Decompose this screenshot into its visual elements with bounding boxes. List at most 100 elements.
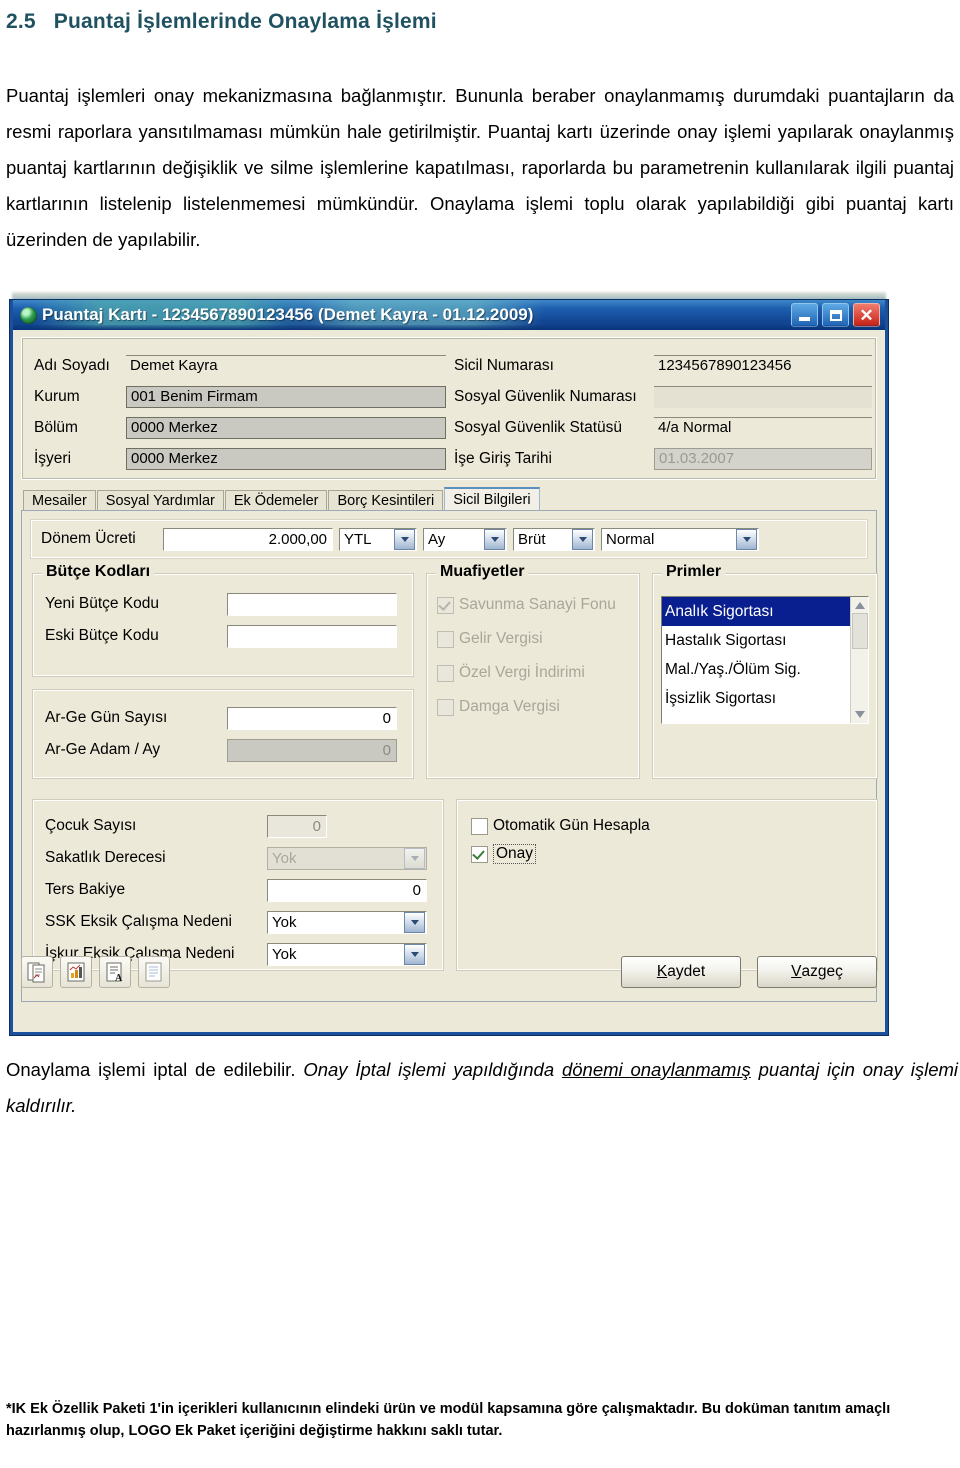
- label-sosyal-guvenlik-numarasi: Sosyal Güvenlik Numarası: [454, 387, 637, 405]
- scroll-up-icon[interactable]: [852, 598, 867, 613]
- row-sakatlik-derecesi: Sakatlık Derecesi Yok: [45, 842, 431, 874]
- text-report-icon[interactable]: A: [99, 956, 131, 988]
- tab-mesailer[interactable]: Mesailer: [23, 490, 96, 510]
- cancel-button[interactable]: Vazgeç: [757, 956, 877, 988]
- value-adi-soyadi[interactable]: Demet Kayra: [126, 354, 446, 377]
- footnote: *IK Ek Özellik Paketi 1'in içerikleri ku…: [6, 1401, 891, 1439]
- checkbox-icon[interactable]: [437, 630, 454, 648]
- label-sakatlik-derecesi: Sakatlık Derecesi: [45, 849, 166, 866]
- value-sosyal-guvenlik-numarasi[interactable]: [654, 385, 872, 408]
- close-icon[interactable]: ✕: [853, 303, 880, 327]
- save-button-accel: K: [656, 963, 668, 980]
- list-item[interactable]: İşsizlik Sigortası: [662, 684, 850, 713]
- cancel-button-label: azgeç: [801, 963, 843, 980]
- chevron-down-icon[interactable]: [484, 529, 505, 550]
- field-row-kurum: Kurum 001 Benim Firmam: [34, 381, 446, 412]
- checkbox-label: Onay: [493, 844, 537, 864]
- tab-sicil-bilgileri[interactable]: Sicil Bilgileri: [444, 487, 540, 510]
- input-ar-ge-gun-sayisi[interactable]: 0: [227, 706, 397, 730]
- wage-kind-value: Normal: [606, 530, 655, 548]
- chevron-down-icon[interactable]: [404, 912, 425, 933]
- chevron-down-icon[interactable]: [394, 529, 415, 550]
- row-cocuk-sayisi: Çocuk Sayısı 0: [45, 810, 431, 842]
- value-sicil-numarasi[interactable]: 1234567890123456: [654, 354, 872, 377]
- field-row-ise-giris-tarihi: İşe Giriş Tarihi 01.03.2007: [454, 443, 872, 474]
- cancel-underlined: dönemi onaylanmamış: [561, 1059, 751, 1080]
- tab-borc-kesintileri[interactable]: Borç Kesintileri: [328, 490, 444, 510]
- donem-ucreti-row: Dönem Ücreti 2.000,00 YTL Ay Brüt Normal: [30, 519, 868, 559]
- checkbox-icon[interactable]: [471, 845, 488, 863]
- donem-ucreti-input[interactable]: 2.000,00: [163, 527, 333, 551]
- value-sosyal-guvenlik-statusu[interactable]: 4/a Normal: [654, 416, 872, 439]
- combo-ssk-eksik-calisma-nedeni[interactable]: Yok: [267, 910, 427, 934]
- chevron-down-icon[interactable]: [572, 529, 593, 550]
- wage-type-combo[interactable]: Brüt: [513, 527, 595, 551]
- checkbox-otomatik-gun-hesapla[interactable]: Otomatik Gün Hesapla: [471, 812, 863, 840]
- primler-group: Primler Analık Sigortası Hastalık Sigort…: [652, 563, 878, 779]
- heading-text: Puantaj İşlemlerinde Onaylama İşlemi: [53, 10, 437, 33]
- field-row-sicil-numarasi: Sicil Numarası 1234567890123456: [454, 350, 872, 381]
- currency-combo[interactable]: YTL: [339, 527, 417, 551]
- header-left-column: Adı Soyadı Demet Kayra Kurum 001 Benim F…: [34, 350, 446, 474]
- list-item[interactable]: Mal./Yaş./Ölüm Sig.: [662, 655, 850, 684]
- scrollbar-thumb[interactable]: [851, 613, 868, 649]
- window-client-area: Adı Soyadı Demet Kayra Kurum 001 Benim F…: [13, 330, 885, 1002]
- label-ar-ge-adam-ay: Ar-Ge Adam / Ay: [45, 741, 161, 758]
- list-report-icon[interactable]: [138, 956, 170, 988]
- legend-primler: Primler: [662, 563, 726, 581]
- checkbox-gelir-vergisi[interactable]: Gelir Vergisi: [437, 622, 629, 656]
- checkbox-icon[interactable]: [437, 698, 454, 716]
- ar-ge-group: Ar-Ge Gün Sayısı 0 Ar-Ge Adam / Ay 0: [32, 689, 414, 779]
- chevron-down-icon[interactable]: [736, 529, 757, 550]
- label-ssk-eksik-calisma-nedeni: SSK Eksik Çalışma Nedeni: [45, 913, 232, 930]
- value-kurum[interactable]: 001 Benim Firmam: [126, 385, 446, 408]
- checkbox-damga-vergisi[interactable]: Damga Vergisi: [437, 690, 629, 724]
- label-bolum: Bölüm: [34, 418, 78, 436]
- puantaj-karti-window: Puantaj Kartı - 1234567890123456 (Demet …: [10, 300, 888, 1035]
- checkbox-label: Otomatik Gün Hesapla: [493, 817, 650, 834]
- wage-kind-combo[interactable]: Normal: [601, 527, 759, 551]
- checkbox-label: Gelir Vergisi: [459, 630, 543, 647]
- scroll-down-icon[interactable]: [852, 707, 867, 722]
- app-globe-icon: [20, 306, 37, 324]
- list-item[interactable]: Hastalık Sigortası: [662, 626, 850, 655]
- save-button[interactable]: Kaydet: [621, 956, 741, 988]
- checkbox-icon[interactable]: [437, 664, 454, 682]
- tab-sosyal-yardimlar[interactable]: Sosyal Yardımlar: [96, 490, 224, 510]
- maximize-icon[interactable]: [822, 303, 849, 327]
- label-isyeri: İşyeri: [34, 449, 72, 467]
- value-isyeri[interactable]: 0000 Merkez: [126, 447, 446, 470]
- row-yeni-butce-kodu: Yeni Bütçe Kodu: [45, 588, 401, 620]
- row-ters-bakiye: Ters Bakiye 0: [45, 874, 431, 906]
- input-yeni-butce-kodu[interactable]: [227, 592, 397, 616]
- secenekler-group: Otomatik Gün Hesapla Onay: [456, 799, 878, 971]
- combo-value: Yok: [272, 913, 297, 931]
- label-kurum: Kurum: [34, 387, 80, 405]
- label-ar-ge-gun-sayisi: Ar-Ge Gün Sayısı: [45, 709, 168, 726]
- report-note-icon[interactable]: [21, 956, 53, 988]
- checkbox-ozel-vergi-indirimi[interactable]: Özel Vergi İndirimi: [437, 656, 629, 690]
- input-eski-butce-kodu[interactable]: [227, 624, 397, 648]
- minimize-icon[interactable]: [791, 303, 818, 327]
- combo-sakatlik-derecesi: Yok: [267, 846, 427, 870]
- muafiyetler-group: Muafiyetler Savunma Sanayi Fonu Gelir Ve…: [426, 563, 640, 779]
- window-title-bar[interactable]: Puantaj Kartı - 1234567890123456 (Demet …: [13, 300, 885, 330]
- tab-ek-odemeler[interactable]: Ek Ödemeler: [224, 490, 328, 510]
- checkbox-onay[interactable]: Onay: [471, 840, 863, 868]
- checkbox-icon[interactable]: [471, 817, 488, 835]
- header-right-column: Sicil Numarası 1234567890123456 Sosyal G…: [454, 350, 872, 474]
- chart-report-icon[interactable]: [60, 956, 92, 988]
- value-bolum[interactable]: 0000 Merkez: [126, 416, 446, 439]
- input-ar-ge-adam-ay: 0: [227, 738, 397, 762]
- primler-scrollbar[interactable]: [850, 597, 868, 723]
- label-cocuk-sayisi: Çocuk Sayısı: [45, 817, 137, 834]
- checkbox-savunma-sanayi-fonu[interactable]: Savunma Sanayi Fonu: [437, 588, 629, 622]
- period-value: Ay: [428, 530, 446, 548]
- checkbox-icon[interactable]: [437, 596, 454, 614]
- primler-listbox[interactable]: Analık Sigortası Hastalık Sigortası Mal.…: [661, 596, 869, 724]
- list-item[interactable]: Analık Sigortası: [662, 597, 850, 626]
- input-ters-bakiye[interactable]: 0: [267, 878, 427, 902]
- period-combo[interactable]: Ay: [423, 527, 507, 551]
- sicil-bilgileri-tab-page: Dönem Ücreti 2.000,00 YTL Ay Brüt Normal: [21, 510, 878, 1002]
- checkbox-label: Damga Vergisi: [459, 698, 560, 715]
